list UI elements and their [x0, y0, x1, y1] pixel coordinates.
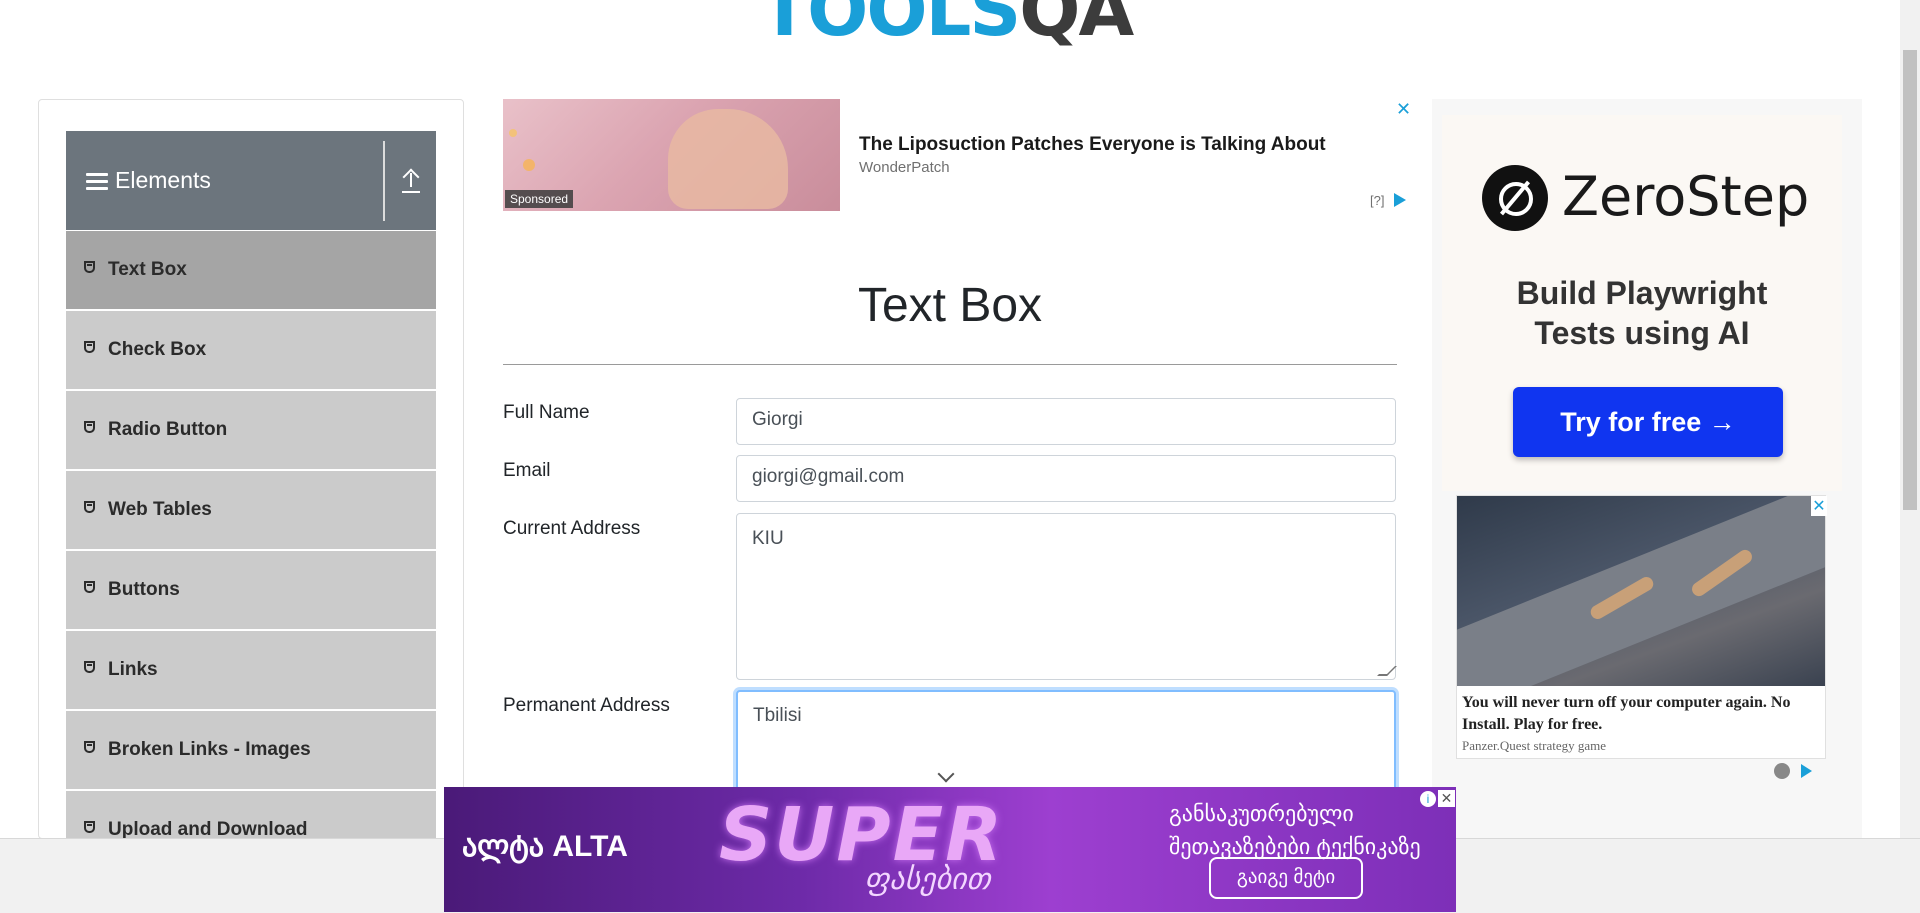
- html5-shield-icon: [84, 661, 97, 676]
- html5-shield-icon: [84, 341, 97, 356]
- ad-brand[interactable]: WonderPatch: [859, 159, 950, 176]
- current-address-value: KIU: [752, 528, 784, 549]
- right-ad-column: ZeroStep Build Playwright Tests using AI…: [1432, 99, 1862, 839]
- logo-text: TOOLSQA: [760, 0, 1134, 46]
- collapse-arrow-icon[interactable]: [400, 168, 422, 193]
- alta-banner-ad[interactable]: ალტა ALTA SUPER ფასებით განსაკუთრებული შ…: [444, 787, 1456, 912]
- adchoices-icon[interactable]: [1394, 193, 1406, 207]
- banner-offer-text: განსაკუთრებული შეთავაზებები ტექნიკაზე: [1169, 797, 1421, 863]
- game-ad-text[interactable]: You will never turn off your computer ag…: [1462, 692, 1822, 736]
- game-ad-image[interactable]: [1457, 496, 1825, 686]
- close-icon[interactable]: ✕: [1396, 99, 1411, 120]
- html5-shield-icon: [84, 421, 97, 436]
- ad-badge-icon[interactable]: [1774, 763, 1790, 779]
- page-title: Text Box: [857, 279, 1043, 332]
- top-sponsored-ad[interactable]: Sponsored The Liposuction Patches Everyo…: [502, 99, 1412, 211]
- html5-shield-icon: [84, 581, 97, 596]
- menu-item-label: Buttons: [108, 579, 180, 600]
- page-scrollbar[interactable]: [1900, 0, 1920, 839]
- zerostep-brand: ZeroStep: [1562, 165, 1810, 228]
- sponsored-label: Sponsored: [505, 190, 574, 208]
- permanent-address-textarea[interactable]: Tbilisi: [736, 690, 1396, 800]
- hamburger-icon: [86, 173, 108, 191]
- menu-item-label: Text Box: [108, 259, 187, 280]
- ad-headline[interactable]: The Liposuction Patches Everyone is Talk…: [859, 134, 1326, 156]
- html5-shield-icon: [84, 741, 97, 756]
- menu-item-label: Radio Button: [108, 419, 228, 440]
- close-icon[interactable]: ✕: [1811, 496, 1827, 516]
- learn-more-button[interactable]: გაიგე მეტი: [1209, 857, 1363, 899]
- menu-item-text-box[interactable]: Text Box: [66, 231, 436, 309]
- permanent-address-label: Permanent Address: [503, 695, 670, 716]
- divider: [383, 141, 385, 221]
- menu-item-label: Broken Links - Images: [108, 739, 311, 760]
- scrollbar-thumb[interactable]: [1903, 50, 1917, 510]
- adchoices-icon[interactable]: [1801, 764, 1812, 778]
- group-title: Elements: [115, 167, 211, 193]
- zerostep-tagline: Build Playwright Tests using AI: [1516, 275, 1768, 351]
- menu-item-label: Web Tables: [108, 499, 212, 520]
- game-ad[interactable]: ✕ You will never turn off your computer …: [1456, 495, 1827, 759]
- close-icon[interactable]: ✕: [1438, 790, 1455, 807]
- html5-shield-icon: [84, 821, 97, 836]
- title-divider: [503, 364, 1397, 365]
- email-label: Email: [503, 460, 551, 481]
- element-menu-list: Text Box Check Box Radio Button Web Tabl…: [66, 231, 436, 871]
- menu-item-radio-button[interactable]: Radio Button: [66, 391, 436, 469]
- resize-handle-icon[interactable]: [1377, 666, 1397, 676]
- try-for-free-button[interactable]: Try for free →: [1513, 387, 1783, 457]
- current-address-textarea[interactable]: KIU: [736, 513, 1397, 680]
- left-panel: Elements Text Box Check Box Radio Button…: [38, 99, 464, 869]
- current-address-label: Current Address: [503, 518, 641, 539]
- logo-qa-text: QA: [1019, 0, 1134, 52]
- ad-info-link[interactable]: [?]: [1370, 193, 1384, 208]
- toolsqa-logo[interactable]: TOOLSQA: [760, 0, 1160, 58]
- info-icon[interactable]: i: [1420, 791, 1436, 807]
- menu-item-web-tables[interactable]: Web Tables: [66, 471, 436, 549]
- permanent-address-value: Tbilisi: [753, 705, 802, 726]
- full-name-label: Full Name: [503, 402, 590, 423]
- menu-item-links[interactable]: Links: [66, 631, 436, 709]
- banner-subtitle: ფასებით: [864, 863, 990, 896]
- elements-group-header[interactable]: Elements: [66, 131, 436, 230]
- menu-item-buttons[interactable]: Buttons: [66, 551, 436, 629]
- game-ad-brand[interactable]: Panzer.Quest strategy game: [1462, 738, 1606, 754]
- html5-shield-icon: [84, 501, 97, 516]
- logo-tools-text: TOOLS: [760, 0, 1021, 52]
- menu-item-label: Links: [108, 659, 158, 680]
- zerostep-ad[interactable]: ZeroStep Build Playwright Tests using AI…: [1442, 115, 1842, 491]
- html5-shield-icon: [84, 261, 97, 276]
- banner-offer-line1: განსაკუთრებული: [1169, 801, 1354, 826]
- full-name-input[interactable]: Giorgi: [736, 398, 1396, 445]
- alta-brand: ალტა ALTA: [462, 830, 628, 863]
- ad-image[interactable]: Sponsored: [503, 99, 840, 211]
- menu-item-broken-links[interactable]: Broken Links - Images: [66, 711, 436, 789]
- zerostep-logo-icon: [1482, 165, 1548, 231]
- menu-item-label: Check Box: [108, 339, 207, 360]
- email-input[interactable]: giorgi@gmail.com: [736, 455, 1396, 502]
- menu-item-check-box[interactable]: Check Box: [66, 311, 436, 389]
